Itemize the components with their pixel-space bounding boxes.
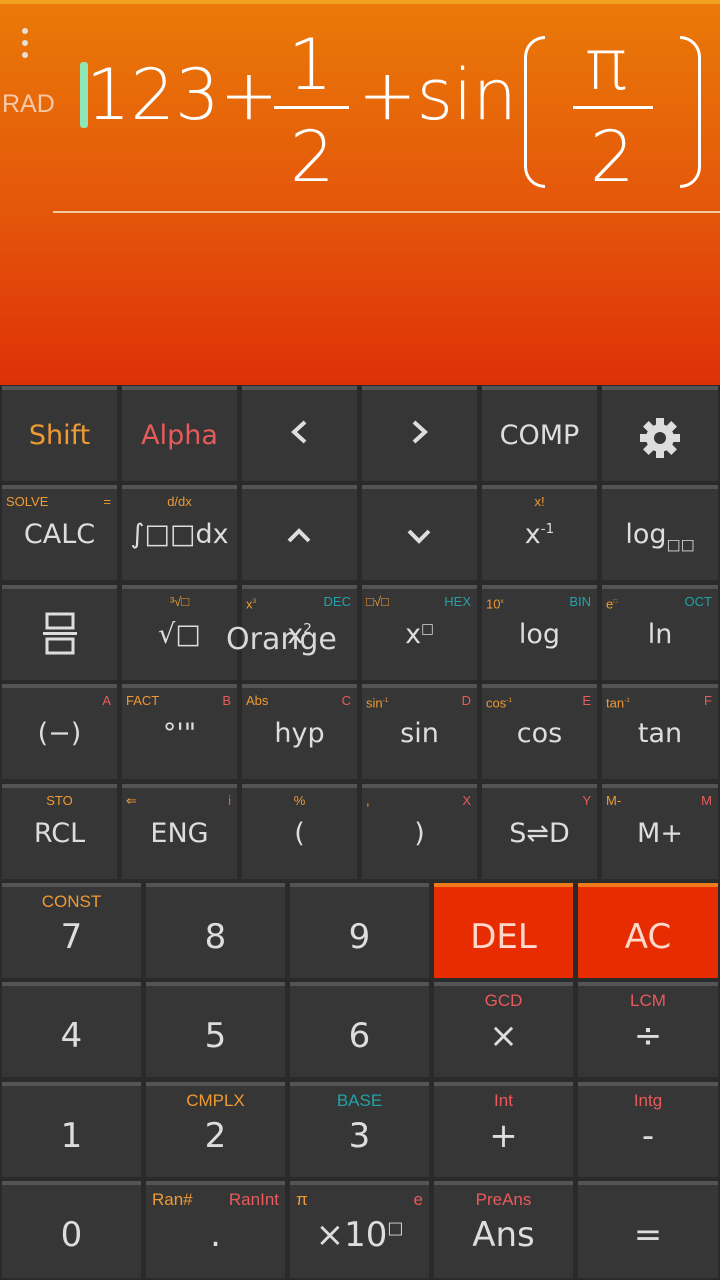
cursor-left-key[interactable]: [242, 386, 357, 481]
ans-key[interactable]: PreAns Ans: [434, 1181, 573, 1278]
chevron-left-icon: [242, 412, 357, 452]
fraction2-numerator: π: [585, 24, 628, 106]
calc-key[interactable]: SOLVE = CALC: [2, 485, 117, 580]
equals-key[interactable]: =: [578, 1181, 718, 1278]
minus-key[interactable]: Intg -: [578, 1082, 718, 1177]
fraction1-bar: [274, 106, 349, 109]
plus-key[interactable]: Int +: [434, 1082, 573, 1177]
theme-toast: Orange: [226, 622, 337, 657]
digit-6-key[interactable]: 6: [290, 982, 429, 1077]
power-key[interactable]: □√□ HEX x□: [362, 585, 477, 680]
chevron-down-icon: [362, 515, 477, 555]
angle-mode-indicator: RAD: [2, 90, 55, 118]
digit-4-key[interactable]: 4: [2, 982, 141, 1077]
cos-key[interactable]: cos-1 E cos: [482, 684, 597, 779]
expression-integer: 123+: [86, 54, 279, 136]
digit-3-key[interactable]: BASE 3: [290, 1082, 429, 1177]
right-paren-key[interactable]: , X ): [362, 784, 477, 879]
cursor-right-key[interactable]: [362, 386, 477, 481]
memory-plus-key[interactable]: M- M M+: [602, 784, 718, 879]
eng-key[interactable]: ⇐ i ENG: [122, 784, 237, 879]
log-key[interactable]: 10x BIN log: [482, 585, 597, 680]
tan-key[interactable]: tan-1 F tan: [602, 684, 718, 779]
sqrt-key[interactable]: ³√□ √□: [122, 585, 237, 680]
display-panel: RAD 123+ 1 2 +sin π 2: [0, 0, 720, 385]
multiply-key[interactable]: GCD ×: [434, 982, 573, 1077]
fraction2-denominator: 2: [590, 116, 635, 198]
fraction1-denominator: 2: [290, 116, 335, 198]
overflow-menu-icon[interactable]: [18, 28, 32, 62]
all-clear-key[interactable]: AC: [578, 883, 718, 978]
left-paren-key[interactable]: % (: [242, 784, 357, 879]
decimal-point-key[interactable]: Ran# RanInt .: [146, 1181, 285, 1278]
inverse-key[interactable]: x! x-1: [482, 485, 597, 580]
chevron-up-icon: [242, 515, 357, 555]
ln-key[interactable]: e□ OCT ln: [602, 585, 718, 680]
expression-sin: +sin: [358, 54, 517, 136]
negative-key[interactable]: A (−): [2, 684, 117, 779]
gear-icon: [602, 416, 718, 460]
dms-key[interactable]: FACT B °'": [122, 684, 237, 779]
exponent-key[interactable]: π e ×10□: [290, 1181, 429, 1278]
sd-convert-key[interactable]: Y S⇌D: [482, 784, 597, 879]
cursor-down-key[interactable]: [362, 485, 477, 580]
cursor-up-key[interactable]: [242, 485, 357, 580]
digit-0-key[interactable]: 0: [2, 1181, 141, 1278]
digit-8-key[interactable]: 8: [146, 883, 285, 978]
left-paren-glyph: [524, 36, 545, 188]
digit-7-key[interactable]: CONST 7: [2, 883, 141, 978]
result-divider: [53, 211, 720, 213]
alpha-key[interactable]: Alpha: [122, 386, 237, 481]
integral-key[interactable]: d/dx ∫□□dx: [122, 485, 237, 580]
fraction-key[interactable]: [2, 585, 117, 680]
shift-key[interactable]: Shift: [2, 386, 117, 481]
hyp-key[interactable]: Abs C hyp: [242, 684, 357, 779]
digit-1-key[interactable]: 1: [2, 1082, 141, 1177]
comp-mode-key[interactable]: COMP: [482, 386, 597, 481]
fraction-icon: [2, 611, 117, 657]
sin-key[interactable]: sin-1 D sin: [362, 684, 477, 779]
digit-5-key[interactable]: 5: [146, 982, 285, 1077]
rcl-key[interactable]: STO RCL: [2, 784, 117, 879]
right-paren-glyph: [680, 36, 701, 188]
digit-2-key[interactable]: CMPLX 2: [146, 1082, 285, 1177]
display-top-accent: [0, 0, 720, 4]
divide-key[interactable]: LCM ÷: [578, 982, 718, 1077]
delete-key[interactable]: DEL: [434, 883, 573, 978]
settings-key[interactable]: [602, 386, 718, 481]
chevron-right-icon: [362, 412, 477, 452]
fraction2-bar: [573, 106, 653, 109]
log-base-key[interactable]: log□□: [602, 485, 718, 580]
fraction1-numerator: 1: [288, 24, 333, 106]
digit-9-key[interactable]: 9: [290, 883, 429, 978]
